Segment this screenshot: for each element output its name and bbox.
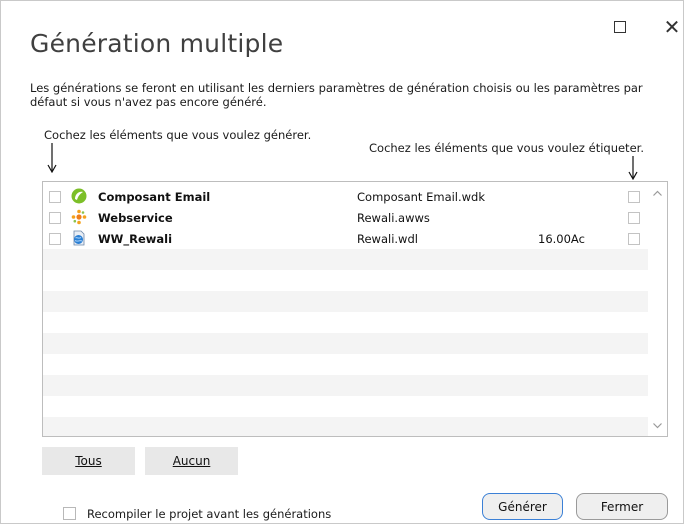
component-icon bbox=[71, 188, 87, 204]
arrow-down-icon bbox=[628, 156, 638, 180]
generate-checkbox[interactable] bbox=[49, 191, 61, 203]
label-checkbox[interactable] bbox=[628, 212, 640, 224]
item-file: Rewali.wdl bbox=[357, 232, 418, 246]
label-hint: Cochez les éléments que vous voulez étiq… bbox=[369, 141, 644, 155]
close-button[interactable]: Fermer bbox=[576, 493, 668, 520]
label-checkbox[interactable] bbox=[628, 191, 640, 203]
vertical-scrollbar[interactable] bbox=[648, 182, 667, 436]
select-all-label: Tous bbox=[75, 454, 102, 468]
item-name: Webservice bbox=[98, 211, 173, 225]
list-item[interactable]: Composant Email Composant Email.wdk bbox=[43, 186, 648, 207]
elements-list[interactable]: Composant Email Composant Email.wdk Webs… bbox=[42, 181, 668, 437]
maximize-icon bbox=[614, 21, 626, 33]
chevron-up-icon[interactable] bbox=[652, 188, 663, 199]
arrow-down-icon bbox=[47, 143, 57, 173]
generation-description: Les générations se feront en utilisant l… bbox=[30, 81, 643, 109]
list-item[interactable]: WW_Rewali Rewali.wdl 16.00Ac bbox=[43, 228, 648, 249]
web-project-icon bbox=[73, 230, 85, 246]
close-icon: ✕ bbox=[663, 15, 681, 39]
generate-hint: Cochez les éléments que vous voulez géné… bbox=[44, 128, 312, 142]
label-checkbox[interactable] bbox=[628, 233, 640, 245]
select-all-button[interactable]: Tous bbox=[42, 447, 135, 475]
select-none-button[interactable]: Aucun bbox=[145, 447, 238, 475]
chevron-down-icon[interactable] bbox=[652, 420, 663, 431]
item-file: Composant Email.wdk bbox=[357, 190, 486, 204]
generate-button[interactable]: Générer bbox=[482, 493, 563, 520]
item-version: 16.00Ac bbox=[538, 232, 585, 246]
empty-row bbox=[43, 417, 648, 436]
empty-row bbox=[43, 270, 648, 291]
empty-row bbox=[43, 291, 648, 312]
close-window-button[interactable]: ✕ bbox=[659, 15, 685, 39]
item-name: Composant Email bbox=[98, 190, 211, 204]
multiple-generation-dialog: Génération multiple ✕ Les générations se… bbox=[0, 0, 684, 524]
webservice-icon bbox=[71, 209, 87, 225]
recompile-checkbox[interactable] bbox=[63, 507, 76, 520]
generate-checkbox[interactable] bbox=[49, 212, 61, 224]
empty-row bbox=[43, 375, 648, 396]
empty-row bbox=[43, 396, 648, 417]
list-item[interactable]: Webservice Rewali.awws bbox=[43, 207, 648, 228]
item-name: WW_Rewali bbox=[98, 232, 173, 246]
empty-row bbox=[43, 312, 648, 333]
dialog-title: Génération multiple bbox=[30, 29, 284, 58]
empty-row bbox=[43, 354, 648, 375]
empty-row bbox=[43, 249, 648, 270]
maximize-button[interactable] bbox=[607, 15, 633, 39]
empty-row bbox=[43, 333, 648, 354]
recompile-label: Recompiler le projet avant les génératio… bbox=[87, 507, 332, 521]
select-none-label: Aucun bbox=[172, 454, 211, 468]
generate-checkbox[interactable] bbox=[49, 233, 61, 245]
item-file: Rewali.awws bbox=[357, 211, 430, 225]
